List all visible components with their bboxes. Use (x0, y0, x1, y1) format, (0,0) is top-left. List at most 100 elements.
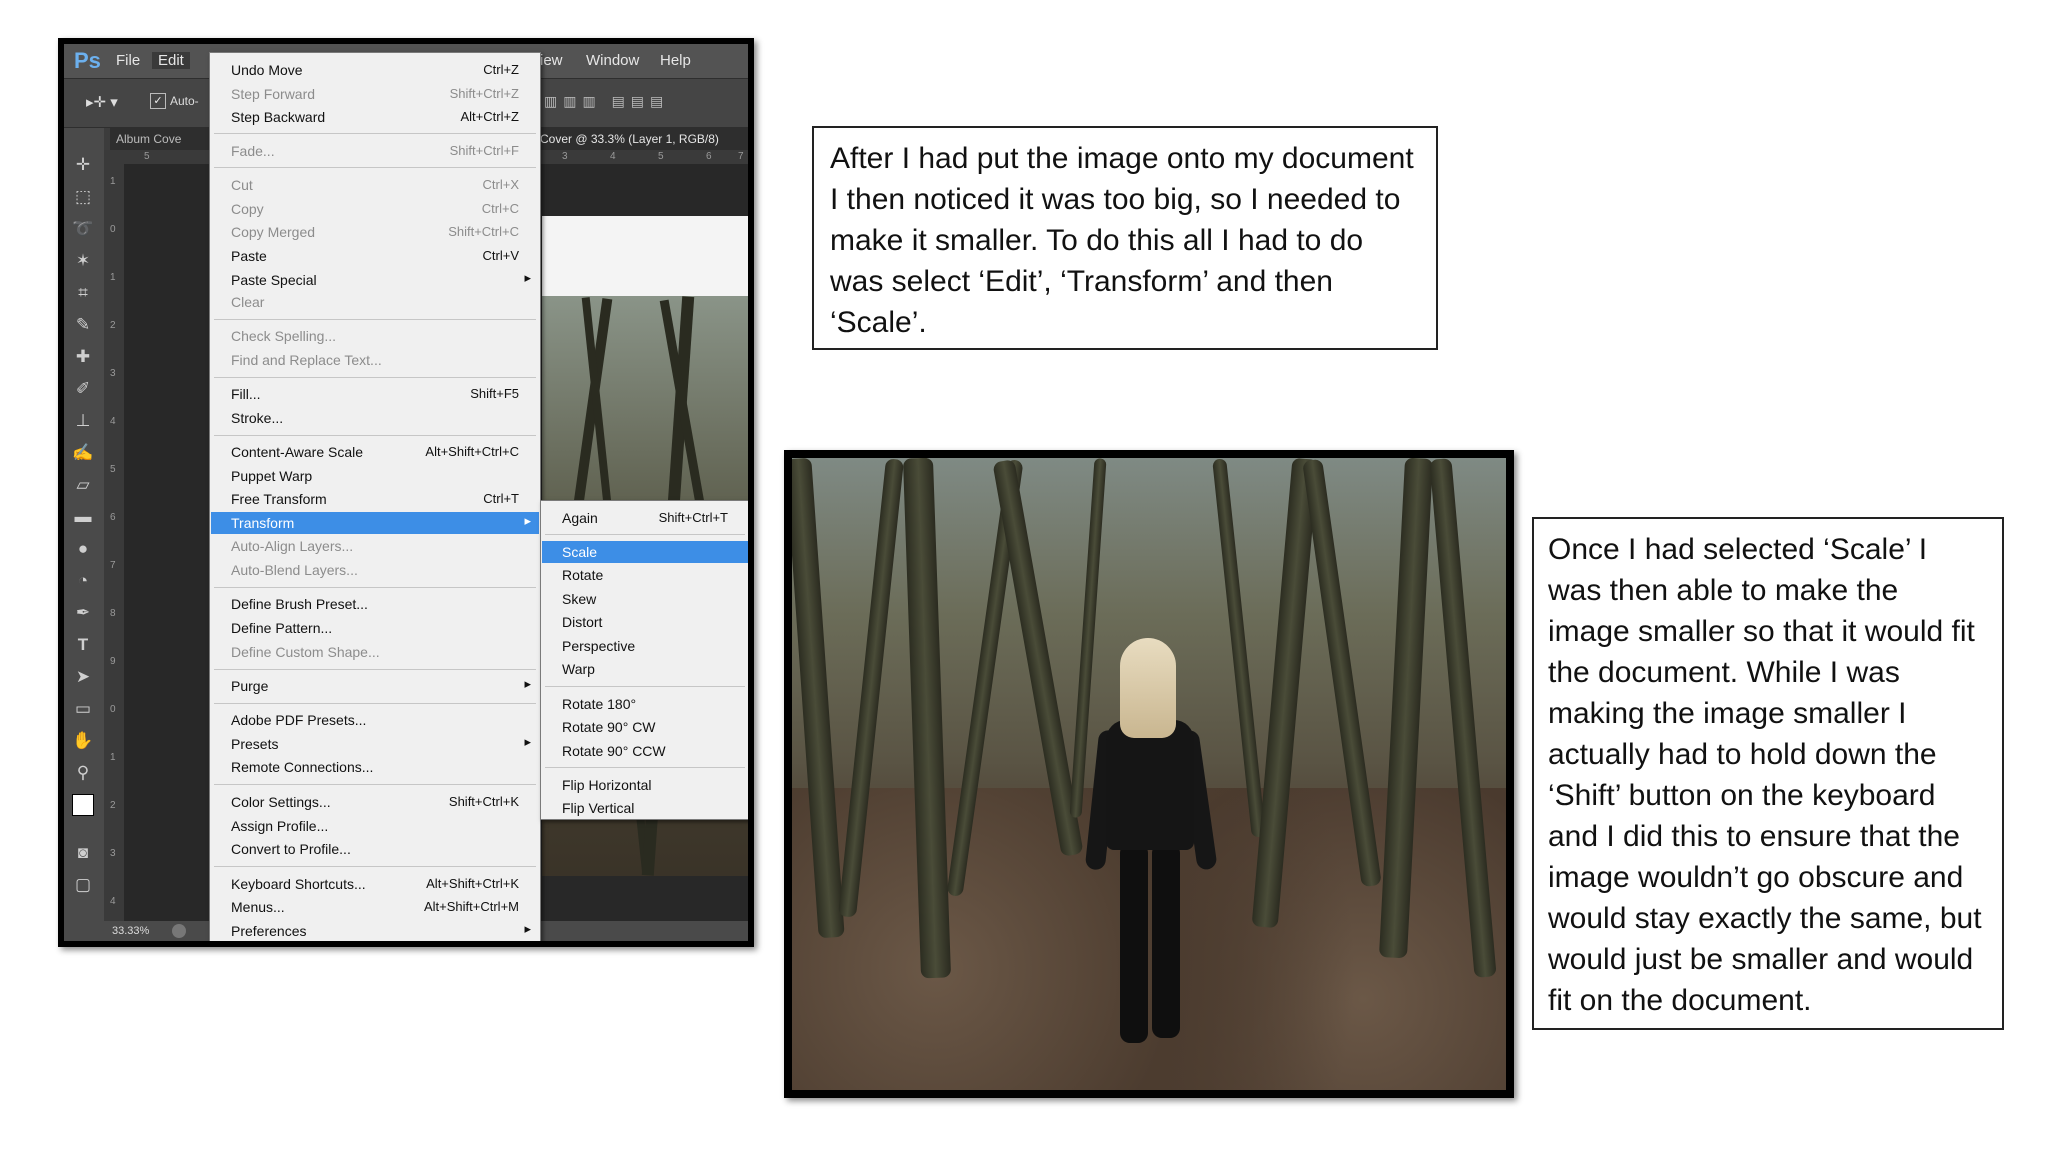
transform-submenu: Again Shift+Ctrl+T Scale Rotate Skew Dist… (540, 500, 748, 820)
ruler-label: 3 (562, 151, 568, 162)
menu-item-menus[interactable]: Menus... Alt+Shift+Ctrl+M (211, 896, 539, 918)
type-icon[interactable]: T (72, 634, 94, 656)
menu-help[interactable]: Help (660, 52, 691, 69)
ruler-label: 8 (110, 608, 116, 619)
ruler-label: 5 (110, 464, 116, 475)
menu-item-auto-align-layers[interactable]: Auto-Align Layers... (211, 535, 539, 557)
submenu-item-distort[interactable]: Distort (542, 611, 748, 633)
zoom-level[interactable]: 33.33% (112, 925, 149, 937)
submenu-item-perspective[interactable]: Perspective (542, 635, 748, 657)
marquee-icon[interactable]: ⬚ (72, 186, 94, 208)
woman-walking (1084, 638, 1218, 1058)
menu-item-remote-connections[interactable]: Remote Connections... (211, 756, 539, 778)
submenu-item-again[interactable]: Again Shift+Ctrl+T (542, 507, 748, 529)
menu-item-preferences[interactable]: Preferences ▸ (211, 920, 539, 941)
menu-item-paste[interactable]: Paste Ctrl+V (211, 245, 539, 267)
submenu-item-rotate-180[interactable]: Rotate 180° (542, 693, 748, 715)
align-icons[interactable]: ▥▥▥ ▤▤▤ (544, 93, 669, 110)
menu-item-purge[interactable]: Purge ▸ (211, 675, 539, 697)
auto-select-checkbox[interactable]: ✓ (150, 93, 166, 109)
menu-window[interactable]: Window (586, 52, 639, 69)
quick-mask-icon[interactable]: ◙ (72, 842, 94, 864)
menu-item-find-replace[interactable]: Find and Replace Text... (211, 349, 539, 371)
ruler-label: 2 (110, 800, 116, 811)
healing-icon[interactable]: ✚ (72, 346, 94, 368)
ruler-label: 3 (110, 368, 116, 379)
submenu-item-flip-horizontal[interactable]: Flip Horizontal (542, 774, 748, 796)
hand-icon[interactable]: ✋ (72, 730, 94, 752)
submenu-item-rotate-90-ccw[interactable]: Rotate 90° CCW (542, 740, 748, 762)
menu-item-paste-special[interactable]: Paste Special ▸ (211, 269, 539, 291)
foreground-color-swatch[interactable] (72, 794, 94, 816)
edit-menu: Undo Move Ctrl+Z Step Forward Shift+Ctrl+Z… (209, 52, 541, 941)
pen-icon[interactable]: ✒ (72, 602, 94, 624)
path-select-icon[interactable]: ➤ (72, 666, 94, 688)
menu-file[interactable]: File (116, 52, 140, 69)
menu-item-transform[interactable]: Transform ▸ (211, 512, 539, 534)
instruction-text-2: Once I had selected ‘Scale’ I was then a… (1548, 533, 1982, 1017)
submenu-item-rotate-90-cw[interactable]: Rotate 90° CW (542, 716, 748, 738)
menu-item-auto-blend-layers[interactable]: Auto-Blend Layers... (211, 559, 539, 581)
menu-item-puppet-warp[interactable]: Puppet Warp (211, 465, 539, 487)
history-brush-icon[interactable]: ✍ (72, 442, 94, 464)
blur-icon[interactable]: ● (72, 538, 94, 560)
submenu-item-rotate[interactable]: Rotate (542, 564, 748, 586)
menu-item-step-forward[interactable]: Step Forward Shift+Ctrl+Z (211, 83, 539, 105)
menu-item-stroke[interactable]: Stroke... (211, 407, 539, 429)
status-info-icon[interactable] (172, 924, 186, 938)
submenu-item-scale[interactable]: Scale (542, 541, 748, 563)
menu-item-define-custom-shape[interactable]: Define Custom Shape... (211, 641, 539, 663)
ruler-label: 4 (110, 896, 116, 907)
magic-wand-icon[interactable]: ✶ (72, 250, 94, 272)
ruler-label: 9 (110, 656, 116, 667)
submenu-arrow-icon: ▸ (524, 921, 531, 936)
stamp-icon[interactable]: ⊥ (72, 410, 94, 432)
submenu-arrow-icon: ▸ (524, 513, 531, 528)
document-tab-left[interactable]: Album Cove (116, 132, 181, 146)
menu-item-color-settings[interactable]: Color Settings... Shift+Ctrl+K (211, 791, 539, 813)
menu-edit[interactable]: Edit (152, 52, 190, 69)
menu-item-clear[interactable]: Clear (211, 291, 539, 313)
document-tab-right[interactable]: Cover @ 33.3% (Layer 1, RGB/8) (540, 132, 719, 146)
menu-item-step-backward[interactable]: Step Backward Alt+Ctrl+Z (211, 106, 539, 128)
menu-item-adobe-pdf-presets[interactable]: Adobe PDF Presets... (211, 709, 539, 731)
menu-item-convert-to-profile[interactable]: Convert to Profile... (211, 838, 539, 860)
move-icon[interactable]: ✛ (72, 154, 94, 176)
menu-item-cut[interactable]: Cut Ctrl+X (211, 174, 539, 196)
dodge-icon[interactable]: ◔ (72, 570, 94, 592)
menu-item-presets[interactable]: Presets ▸ (211, 733, 539, 755)
ruler-label: 7 (110, 560, 116, 571)
zoom-icon[interactable]: ⚲ (72, 762, 94, 784)
lasso-icon[interactable]: ➰ (72, 218, 94, 240)
ruler-label: 7 (738, 151, 744, 162)
menu-view[interactable]: iew (540, 52, 563, 69)
move-tool-icon[interactable]: ▸✛ ▾ (86, 93, 118, 111)
menu-item-assign-profile[interactable]: Assign Profile... (211, 815, 539, 837)
menu-item-check-spelling[interactable]: Check Spelling... (211, 325, 539, 347)
menu-item-copy[interactable]: Copy Ctrl+C (211, 198, 539, 220)
submenu-item-skew[interactable]: Skew (542, 588, 748, 610)
screen-mode-icon[interactable]: ▢ (72, 874, 94, 896)
submenu-arrow-icon: ▸ (524, 270, 531, 285)
menu-item-keyboard-shortcuts[interactable]: Keyboard Shortcuts... Alt+Shift+Ctrl+K (211, 873, 539, 895)
photoshop-screenshot: Ps File Edit iew Window Help ▸✛ ▾ ✓ Auto… (58, 38, 754, 947)
eyedropper-icon[interactable]: ✎ (72, 314, 94, 336)
crop-icon[interactable]: ⌗ (72, 282, 94, 304)
auto-select-label: Auto- (170, 94, 199, 108)
ruler-label: 5 (658, 151, 664, 162)
brush-icon[interactable]: ✐ (72, 378, 94, 400)
menu-item-copy-merged[interactable]: Copy Merged Shift+Ctrl+C (211, 221, 539, 243)
submenu-item-warp[interactable]: Warp (542, 658, 748, 680)
gradient-icon[interactable]: ▬ (72, 506, 94, 528)
menu-item-fade[interactable]: Fade... Shift+Ctrl+F (211, 140, 539, 162)
ruler-label: 1 (110, 176, 116, 187)
submenu-item-flip-vertical[interactable]: Flip Vertical (542, 797, 748, 819)
menu-item-undo-move[interactable]: Undo Move Ctrl+Z (211, 59, 539, 81)
menu-item-define-pattern[interactable]: Define Pattern... (211, 617, 539, 639)
menu-item-define-brush-preset[interactable]: Define Brush Preset... (211, 593, 539, 615)
menu-item-free-transform[interactable]: Free Transform Ctrl+T (211, 488, 539, 510)
eraser-icon[interactable]: ▱ (72, 474, 94, 496)
menu-item-content-aware-scale[interactable]: Content-Aware Scale Alt+Shift+Ctrl+C (211, 441, 539, 463)
rectangle-icon[interactable]: ▭ (72, 698, 94, 720)
menu-item-fill[interactable]: Fill... Shift+F5 (211, 383, 539, 405)
